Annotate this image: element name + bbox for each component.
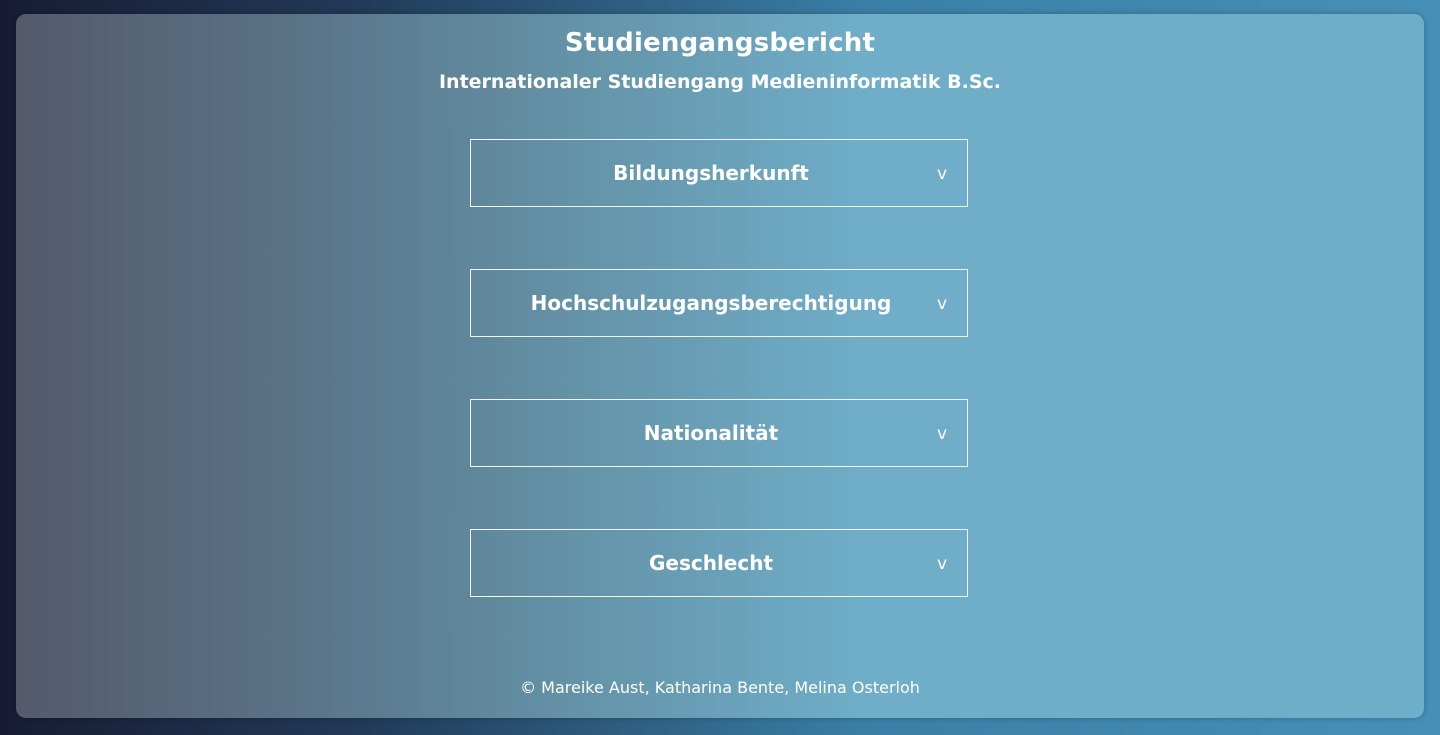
accordion-label: Geschlecht <box>648 551 774 575</box>
accordion-nationalitaet[interactable]: Nationalität v <box>470 399 968 467</box>
chevron-down-icon: v <box>936 554 947 574</box>
page-subtitle: Internationaler Studiengang Medieninform… <box>438 71 1002 93</box>
accordion-label: Nationalität <box>643 421 779 445</box>
accordion-label: Hochschulzugangsberechtigung <box>530 291 892 315</box>
accordion-hochschulzugangsberechtigung[interactable]: Hochschulzugangsberechtigung v <box>470 269 968 337</box>
chevron-down-icon: v <box>936 294 947 314</box>
main-panel: Studiengangsbericht Internationaler Stud… <box>16 14 1424 718</box>
footer-copyright: © Mareike Aust, Katharina Bente, Melina … <box>520 678 920 697</box>
page-title: Studiengangsbericht <box>564 28 876 58</box>
accordion-geschlecht[interactable]: Geschlecht v <box>470 529 968 597</box>
chevron-down-icon: v <box>936 424 947 444</box>
chevron-down-icon: v <box>936 164 947 184</box>
accordion-label: Bildungsherkunft <box>613 161 809 185</box>
accordion-bildungsherkunft[interactable]: Bildungsherkunft v <box>470 139 968 207</box>
